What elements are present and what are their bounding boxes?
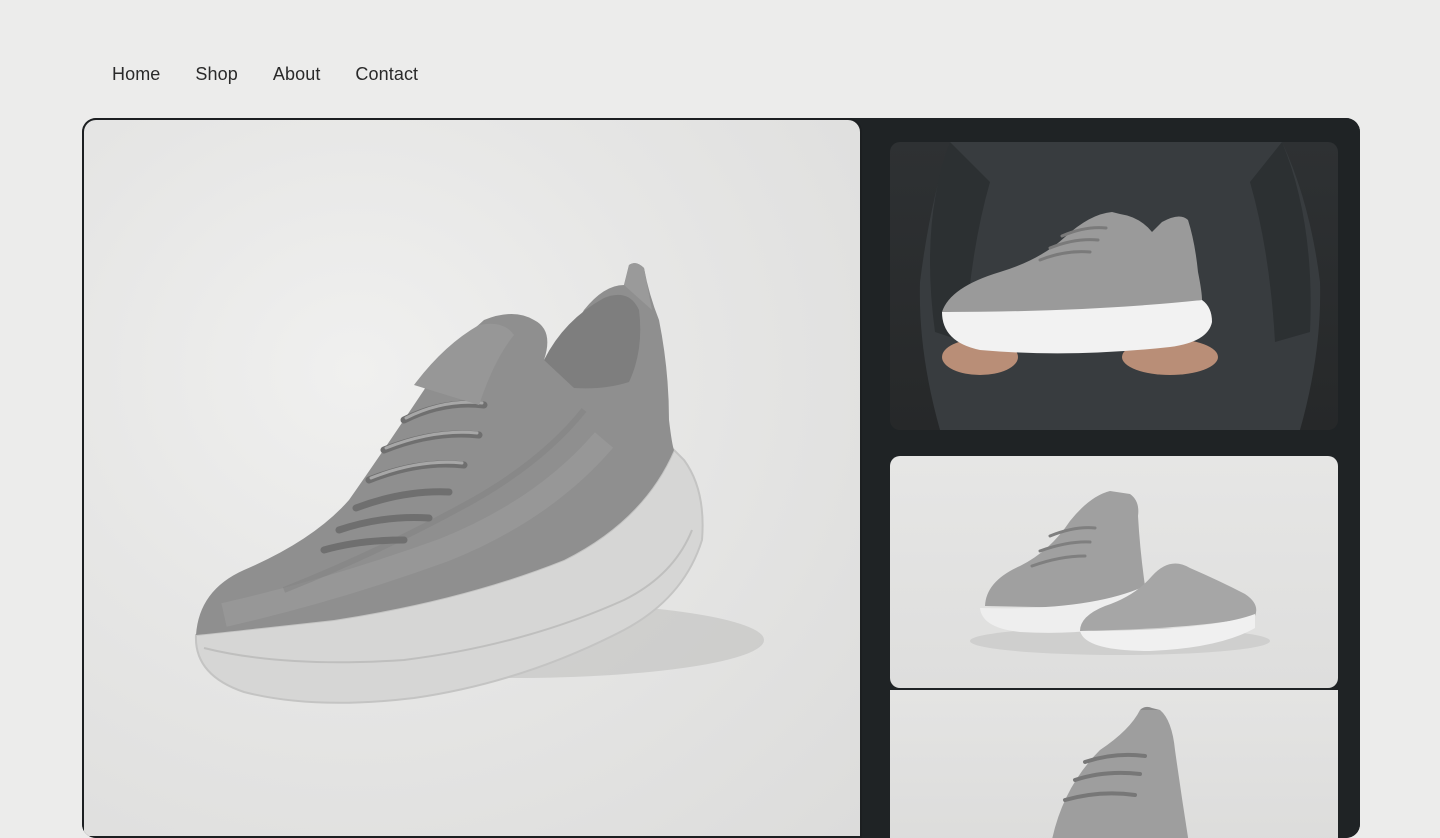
product-gallery (82, 118, 1360, 838)
shoe-top-view-image (1052, 706, 1189, 838)
nav-link-about[interactable]: About (273, 64, 321, 85)
thumbnail-1[interactable] (890, 142, 1338, 430)
main-product-image[interactable] (82, 118, 862, 838)
thumbnail-2[interactable] (890, 456, 1338, 688)
shoe-image (194, 263, 764, 704)
shoe-held-image (919, 142, 1321, 430)
nav-link-shop[interactable]: Shop (195, 64, 237, 85)
shoe-pair-image (970, 491, 1270, 655)
thumbnail-column (862, 118, 1360, 838)
thumbnail-3[interactable] (890, 690, 1338, 838)
nav-link-contact[interactable]: Contact (355, 64, 418, 85)
top-navigation: Home Shop About Contact (112, 64, 418, 85)
nav-link-home[interactable]: Home (112, 64, 160, 85)
